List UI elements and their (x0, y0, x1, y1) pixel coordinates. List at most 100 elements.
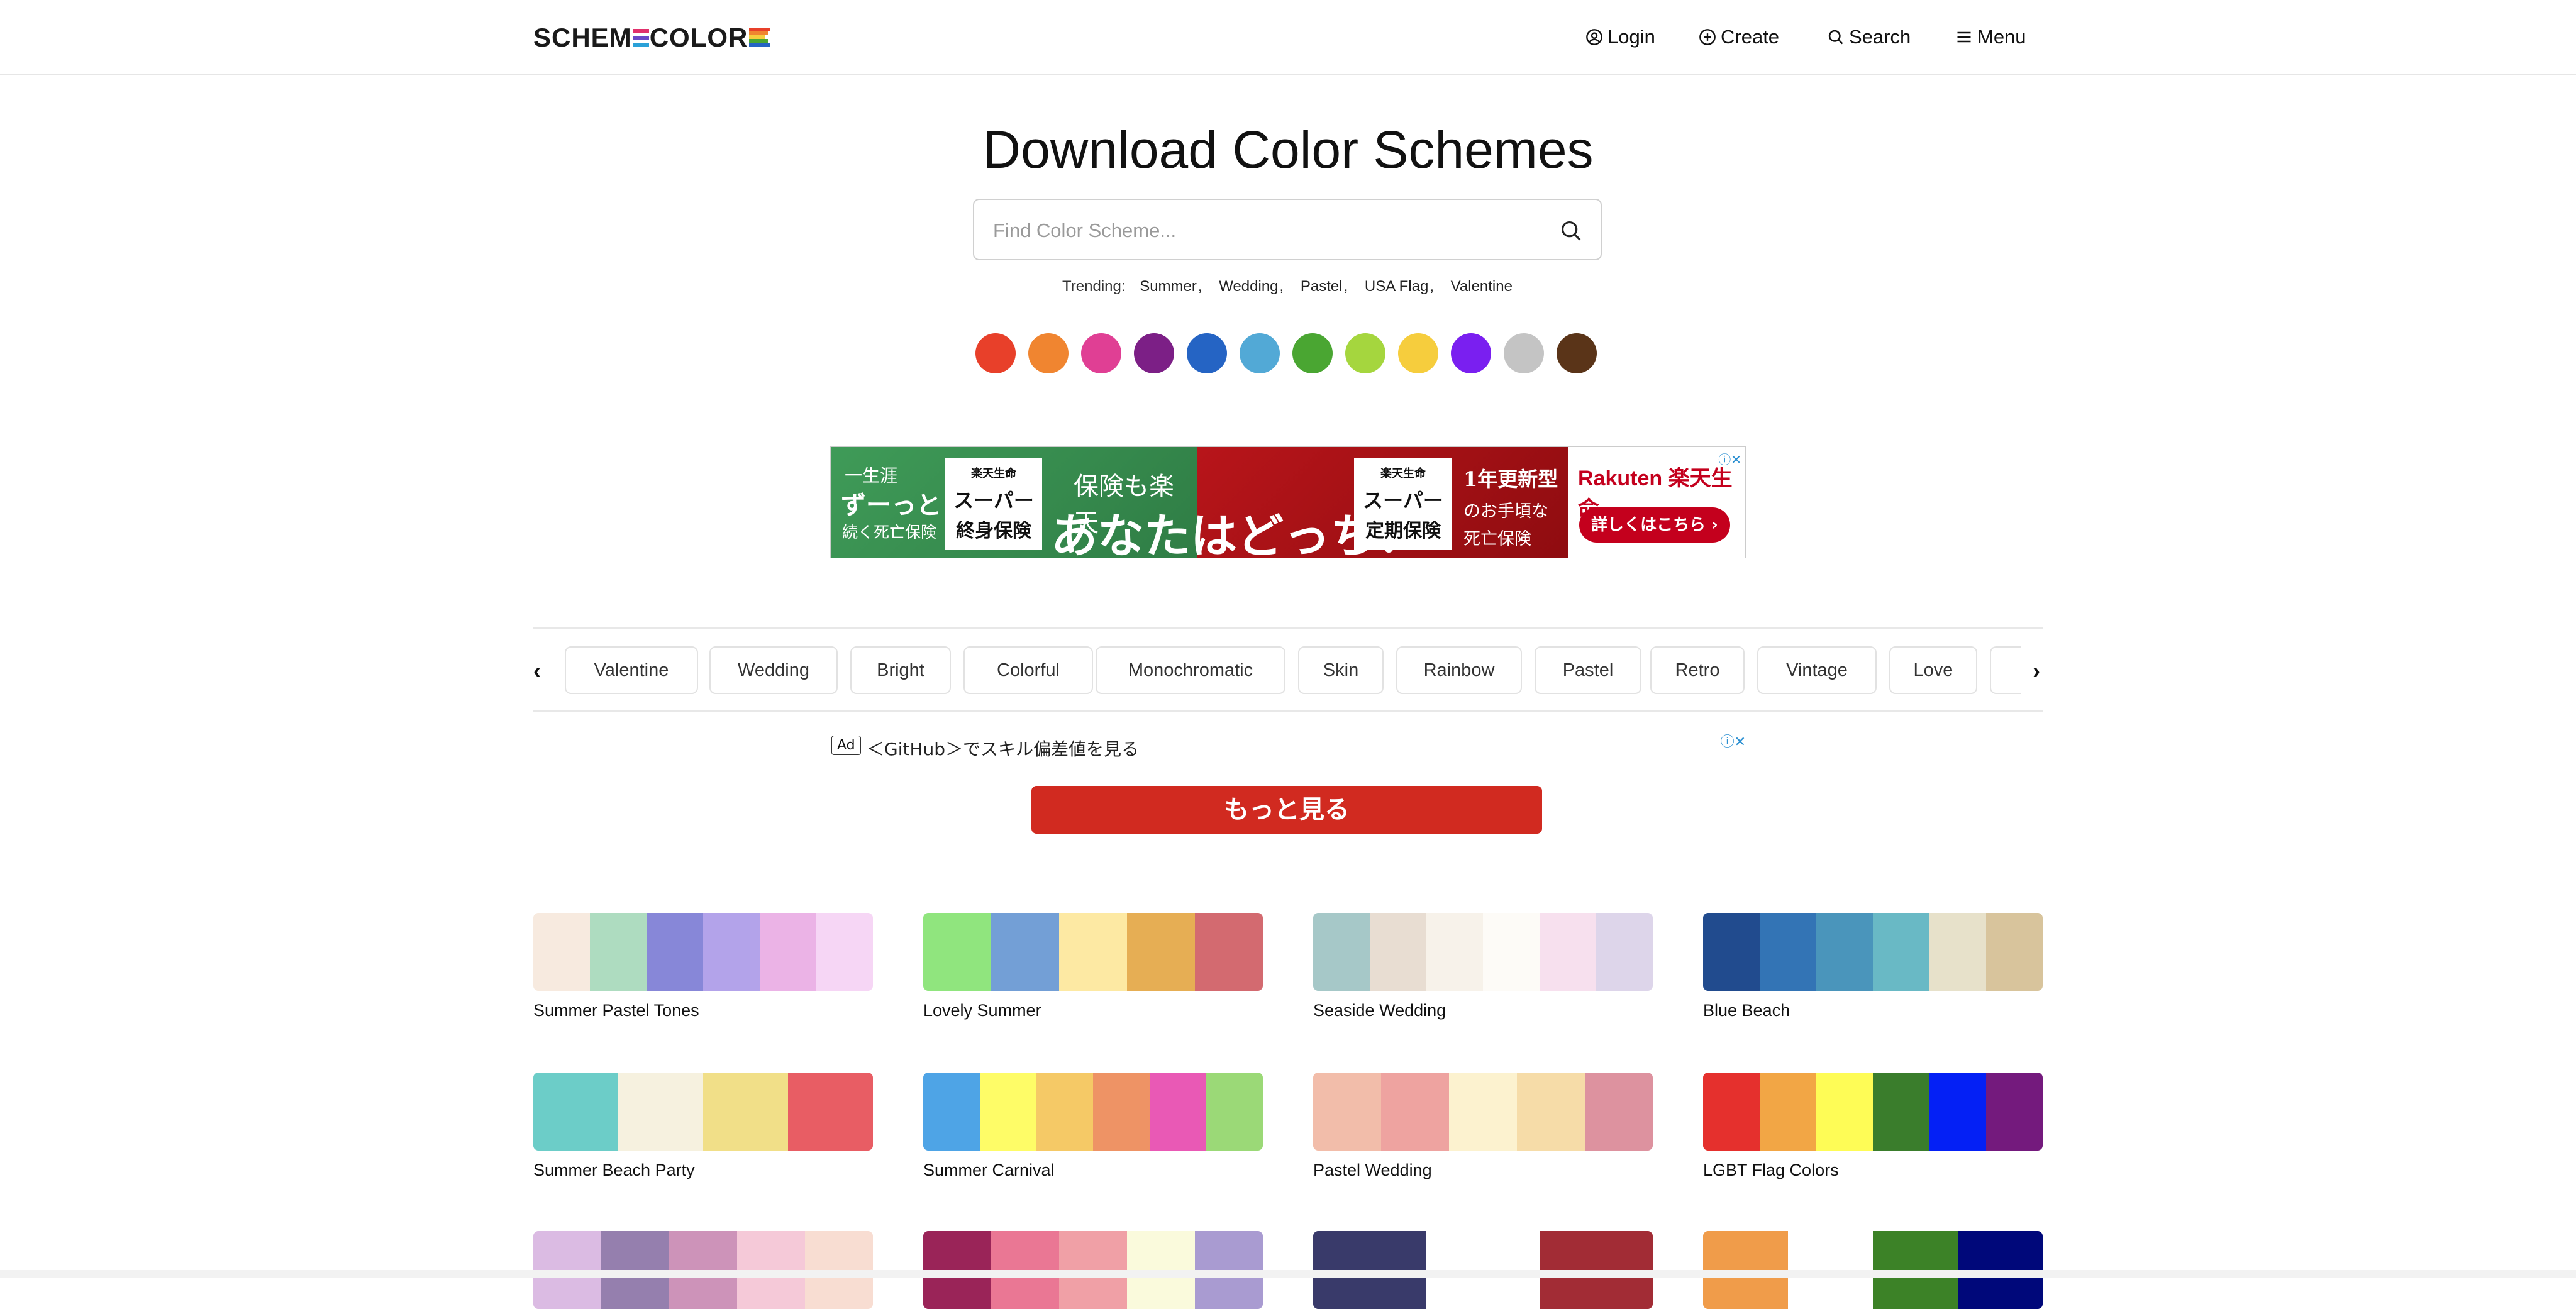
color-palette[interactable] (533, 913, 873, 991)
color-scheme-name[interactable]: Pastel Wedding (1313, 1161, 1653, 1180)
color-filter-swatch[interactable] (1451, 333, 1491, 373)
color-palette[interactable] (533, 1073, 873, 1151)
color-filter-swatch[interactable] (1134, 333, 1174, 373)
nav-login[interactable]: Login (1585, 24, 1655, 50)
tag-button[interactable]: Monochromatic (1096, 646, 1285, 694)
color-scheme-name[interactable]: Summer Pastel Tones (533, 1001, 873, 1020)
ad-close-icon[interactable]: ⓘ✕ (1718, 450, 1741, 468)
palette-color-swatch (1929, 913, 1986, 991)
tag-button[interactable]: Bright (850, 646, 951, 694)
color-scheme-name[interactable]: Summer Carnival (923, 1161, 1263, 1180)
site-logo[interactable]: SCHEM COLOR (533, 23, 771, 52)
palette-color-swatch (1873, 913, 1929, 991)
ad-product-box: 楽天生命 スーパー 定期保険 (1354, 458, 1452, 550)
tag-button[interactable]: Pastel (1535, 646, 1641, 694)
palette-color-swatch (533, 913, 590, 991)
trending-link[interactable]: USA Flag (1365, 278, 1428, 295)
carousel-next-icon[interactable]: › (2033, 658, 2040, 684)
nav-create[interactable]: Create (1698, 24, 1779, 50)
color-filter-swatch[interactable] (1292, 333, 1333, 373)
tag-button-partial[interactable] (1990, 646, 2021, 694)
color-scheme-card[interactable]: Summer Carnival (923, 1073, 1263, 1180)
ad-banner-white-panel: Rakuten 楽天生命 詳しくはこちら › ⓘ✕ (1568, 447, 1745, 558)
plus-circle-icon (1698, 28, 1717, 47)
ad-headline[interactable]: ＜GitHub＞でスキル偏差値を見る (867, 736, 1139, 761)
search-box (973, 199, 1602, 260)
palette-color-swatch (1449, 1073, 1517, 1151)
ad-banner[interactable]: 一生涯 ずーっと 続く死亡保険 楽天生命 スーパー 終身保険 保険も楽天 あなた… (830, 446, 1746, 558)
palette-color-swatch (1986, 913, 2043, 991)
tag-button[interactable]: Love (1889, 646, 1977, 694)
color-filter-swatch[interactable] (1345, 333, 1385, 373)
color-scheme-name[interactable]: Seaside Wedding (1313, 1001, 1653, 1020)
tag-button[interactable]: Wedding (709, 646, 838, 694)
palette-color-swatch (1517, 1073, 1585, 1151)
color-palette[interactable] (923, 913, 1263, 991)
palette-color-swatch (1816, 1073, 1873, 1151)
palette-color-swatch (1195, 913, 1263, 991)
logo-e-mark (632, 28, 649, 48)
trending-link[interactable]: Summer (1140, 278, 1197, 295)
color-filter-swatch[interactable] (1398, 333, 1438, 373)
color-scheme-card[interactable]: Summer Pastel Tones (533, 913, 873, 1020)
color-filter-swatch[interactable] (1240, 333, 1280, 373)
ad-cta-button[interactable]: 詳しくはこちら › (1579, 507, 1730, 543)
color-scheme-name[interactable]: Blue Beach (1703, 1001, 2043, 1020)
ad-text: 1年更新型 (1463, 467, 1558, 491)
nav-search[interactable]: Search (1826, 24, 1911, 50)
ad-text: 一生涯 (845, 465, 898, 486)
trending-label: Trending: (1062, 278, 1126, 295)
color-scheme-card[interactable]: LGBT Flag Colors (1703, 1073, 2043, 1180)
color-scheme-name[interactable]: Lovely Summer (923, 1001, 1263, 1020)
divider (533, 627, 2043, 629)
color-scheme-name[interactable]: Summer Beach Party (533, 1161, 873, 1180)
tag-button[interactable]: Retro (1650, 646, 1745, 694)
color-scheme-card[interactable]: Seaside Wedding (1313, 913, 1653, 1020)
color-scheme-card[interactable]: Pastel Wedding (1313, 1073, 1653, 1180)
trending-link[interactable]: Pastel (1301, 278, 1343, 295)
palette-color-swatch (703, 913, 760, 991)
search-icon[interactable] (1559, 219, 1583, 243)
nav-menu[interactable]: Menu (1955, 24, 2026, 50)
palette-color-swatch (1873, 1073, 1929, 1151)
palette-color-swatch (1150, 1073, 1206, 1151)
tag-button[interactable]: Vintage (1757, 646, 1877, 694)
palette-color-swatch (647, 913, 703, 991)
ad-more-button[interactable]: もっと見る (1031, 786, 1542, 834)
tag-button[interactable]: Skin (1298, 646, 1384, 694)
palette-color-swatch (1206, 1073, 1263, 1151)
color-palette[interactable] (1313, 913, 1653, 991)
color-palette[interactable] (923, 1073, 1263, 1151)
color-palette[interactable] (1313, 1073, 1653, 1151)
color-filter-swatch[interactable] (1504, 333, 1544, 373)
color-scheme-card[interactable]: Blue Beach (1703, 913, 2043, 1020)
page-bottom-edge (0, 1270, 2576, 1278)
ad-banner-red-panel: あなたはどっち? 楽天生命 スーパー 定期保険 1年更新型 のお手頃な 死亡保険 (1051, 447, 1568, 558)
search-icon (1826, 28, 1845, 47)
color-filter-swatch[interactable] (1081, 333, 1121, 373)
palette-color-swatch (1760, 1073, 1816, 1151)
color-filter-swatch[interactable] (975, 333, 1016, 373)
tag-button[interactable]: Colorful (963, 646, 1093, 694)
color-scheme-card[interactable]: Lovely Summer (923, 913, 1263, 1020)
search-input[interactable] (992, 214, 1535, 248)
ad-close-icon[interactable]: ⓘ✕ (1721, 731, 1746, 751)
tag-button[interactable]: Valentine (565, 646, 698, 694)
text-ad[interactable]: Ad ＜GitHub＞でスキル偏差値を見る もっと見る ⓘ✕ (830, 729, 1746, 841)
nav-create-label: Create (1721, 26, 1780, 48)
color-filter-swatch[interactable] (1557, 333, 1597, 373)
color-filter-swatch[interactable] (1187, 333, 1227, 373)
trending-link[interactable]: Wedding (1219, 278, 1278, 295)
color-palette[interactable] (1703, 1073, 2043, 1151)
logo-text-right: COLOR (649, 23, 748, 52)
carousel-prev-icon[interactable]: ‹ (533, 658, 541, 684)
color-filter-swatch[interactable] (1028, 333, 1069, 373)
color-scheme-card[interactable]: Summer Beach Party (533, 1073, 873, 1180)
user-circle-icon (1585, 28, 1604, 47)
color-scheme-name[interactable]: LGBT Flag Colors (1703, 1161, 2043, 1180)
top-navigation-bar: SCHEM COLOR Login Create Search Menu (0, 0, 2576, 75)
color-palette[interactable] (1703, 913, 2043, 991)
palette-color-swatch (760, 913, 816, 991)
tag-button[interactable]: Rainbow (1396, 646, 1522, 694)
trending-link[interactable]: Valentine (1451, 278, 1513, 295)
